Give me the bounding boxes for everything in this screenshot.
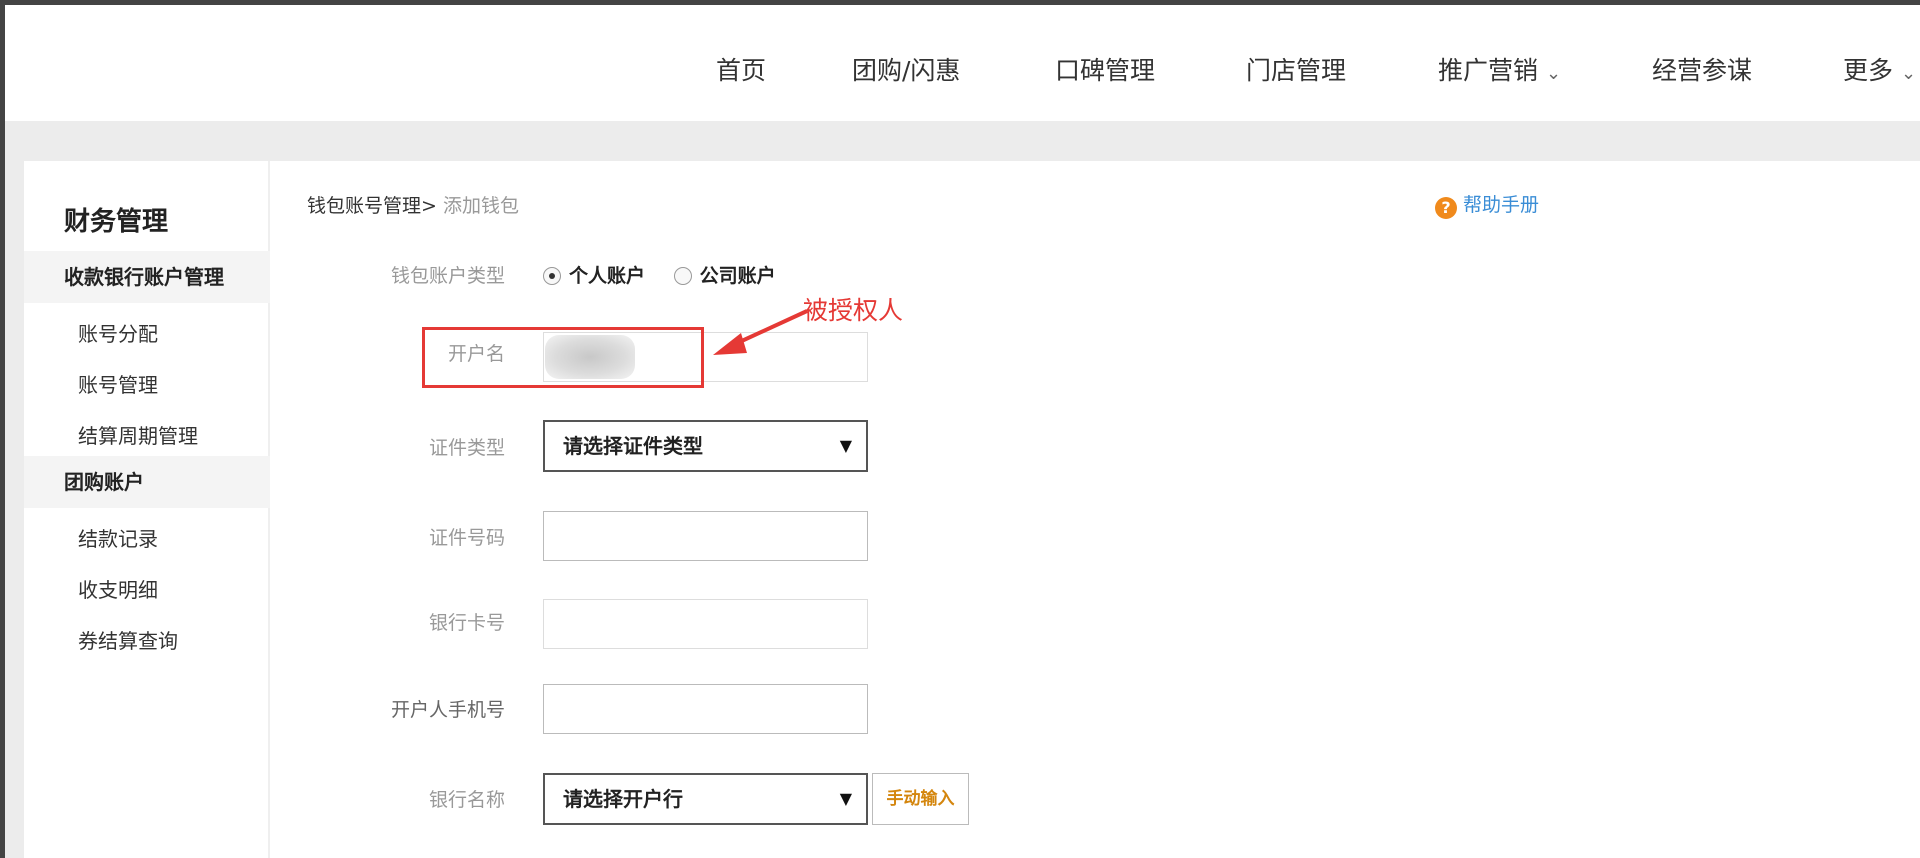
id-type-select[interactable]: 请选择证件类型 ▼ bbox=[543, 420, 868, 472]
sidebar-title: 财务管理 bbox=[64, 207, 169, 237]
account-type-label: 钱包账户类型 bbox=[390, 265, 505, 287]
nav-group-buy[interactable]: 团购/闪惠 bbox=[852, 51, 960, 87]
radio-company-account[interactable]: 公司账户 bbox=[673, 265, 776, 287]
nav-koubei[interactable]: 口碑管理 bbox=[1055, 51, 1155, 87]
breadcrumb: 钱包账号管理> 添加钱包 bbox=[307, 191, 519, 218]
app-frame: 首页 团购/闪惠 口碑管理 门店管理 推广营销 ⌄ 经营参谋 更多 ⌄ 财务管理 收… bbox=[0, 0, 1920, 858]
sidebar-item-coupon-settlement[interactable]: 券结算查询 bbox=[78, 625, 178, 654]
sidebar-group-group-buy-account[interactable]: 团购账户 bbox=[24, 456, 270, 508]
chevron-down-icon: ⌄ bbox=[1546, 63, 1562, 84]
id-number-label: 证件号码 bbox=[428, 527, 505, 549]
sidebar-item-account-allocation[interactable]: 账号分配 bbox=[78, 318, 158, 347]
phone-label: 开户人手机号 bbox=[390, 699, 505, 721]
account-type-radio-group: 个人账户 公司账户 bbox=[543, 261, 798, 288]
bank-name-value: 请选择开户行 bbox=[563, 787, 683, 811]
nav-more[interactable]: 更多 ⌄ bbox=[1843, 51, 1916, 87]
bank-name-label: 银行名称 bbox=[428, 789, 505, 811]
top-nav: 首页 团购/闪惠 口碑管理 门店管理 推广营销 ⌄ 经营参谋 更多 ⌄ bbox=[5, 5, 1920, 121]
annotation-highlight-box bbox=[422, 327, 704, 388]
caret-down-icon: ▼ bbox=[839, 789, 852, 808]
id-number-field[interactable] bbox=[543, 511, 868, 561]
nav-analytics[interactable]: 经营参谋 bbox=[1652, 51, 1752, 87]
radio-unchecked-icon bbox=[673, 267, 692, 285]
sidebar-item-settlement-cycle[interactable]: 结算周期管理 bbox=[78, 420, 198, 449]
annotation-arrow-icon bbox=[713, 309, 808, 355]
annotation-note: 被授权人 bbox=[803, 296, 904, 325]
question-icon: ? bbox=[1435, 197, 1457, 219]
nav-promotion[interactable]: 推广营销 ⌄ bbox=[1438, 51, 1561, 87]
breadcrumb-current: 添加钱包 bbox=[442, 195, 519, 217]
id-type-value: 请选择证件类型 bbox=[563, 434, 703, 458]
chevron-down-icon: ⌄ bbox=[1901, 63, 1917, 84]
nav-home[interactable]: 首页 bbox=[716, 51, 766, 87]
bank-card-label: 银行卡号 bbox=[428, 612, 505, 634]
help-manual-link[interactable]: ? 帮助手册 bbox=[1435, 190, 1539, 219]
radio-personal-label: 个人账户 bbox=[569, 265, 646, 287]
bank-name-select[interactable]: 请选择开户行 ▼ bbox=[543, 773, 868, 825]
radio-company-label: 公司账户 bbox=[699, 265, 776, 287]
sidebar-item-income-expense[interactable]: 收支明细 bbox=[78, 574, 158, 603]
sidebar-group-bank-accounts[interactable]: 收款银行账户管理 bbox=[24, 251, 270, 303]
radio-personal-account[interactable]: 个人账户 bbox=[543, 265, 645, 287]
phone-field[interactable] bbox=[543, 684, 868, 734]
sidebar-item-payment-records[interactable]: 结款记录 bbox=[78, 523, 158, 552]
nav-store[interactable]: 门店管理 bbox=[1246, 51, 1346, 87]
radio-checked-icon bbox=[543, 267, 561, 285]
id-type-label: 证件类型 bbox=[428, 437, 505, 459]
bank-card-field[interactable] bbox=[543, 599, 868, 649]
nav-more-label: 更多 bbox=[1843, 56, 1894, 85]
sidebar-item-account-management[interactable]: 账号管理 bbox=[78, 369, 158, 398]
help-manual-label: 帮助手册 bbox=[1463, 194, 1540, 216]
nav-promotion-label: 推广营销 bbox=[1438, 56, 1539, 85]
breadcrumb-parent[interactable]: 钱包账号管理> bbox=[307, 195, 437, 217]
caret-down-icon: ▼ bbox=[839, 436, 852, 455]
manual-input-button[interactable]: 手动输入 bbox=[872, 773, 969, 825]
